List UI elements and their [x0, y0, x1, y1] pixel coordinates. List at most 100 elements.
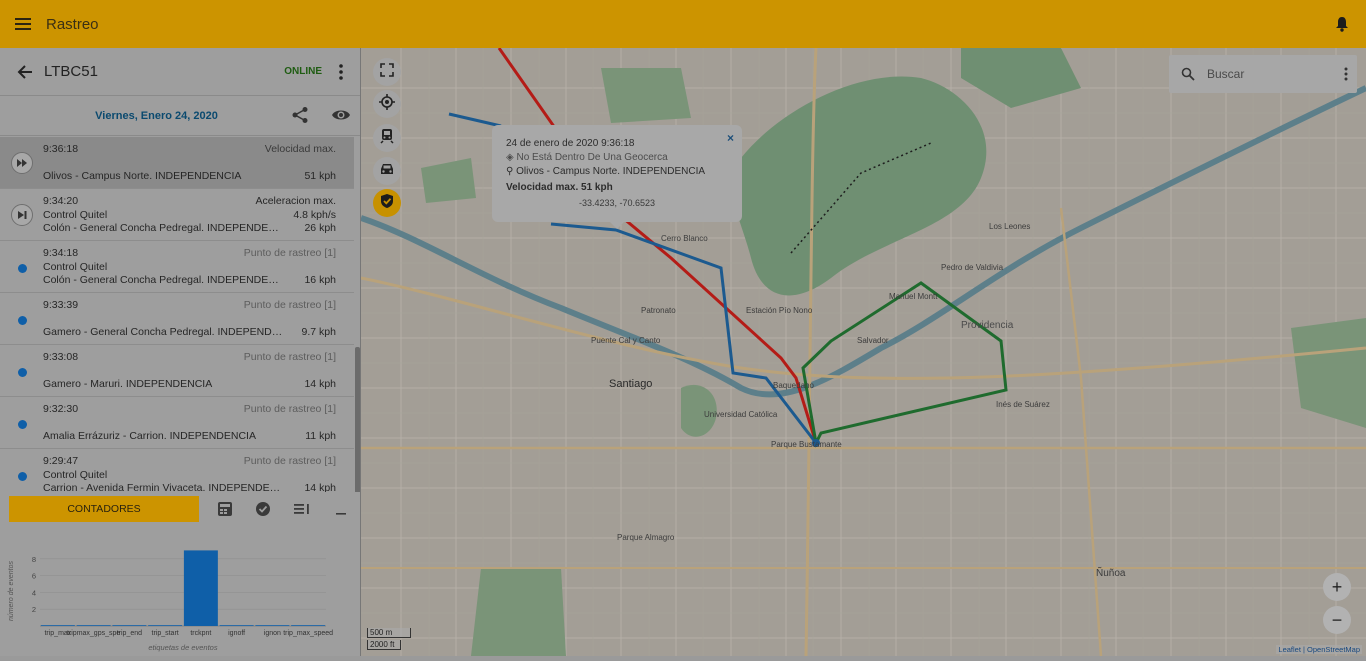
tab-counters[interactable]: CONTADORES	[9, 496, 199, 522]
track-point-icon	[18, 316, 27, 325]
event-geofence: Control Quitel	[43, 209, 108, 221]
scale-feet: 2000 ft	[367, 640, 401, 650]
chart-y-tick: 2	[32, 605, 36, 614]
event-speed: 14 kph	[304, 378, 336, 390]
chart-y-ticks: 2 4 6 8	[32, 555, 36, 614]
shield-check-icon	[380, 193, 394, 214]
chart-y-tick: 4	[32, 588, 36, 597]
skip-next-icon[interactable]	[11, 204, 33, 226]
map-label-providencia: Providencia	[961, 320, 1014, 331]
device-more-icon[interactable]	[336, 62, 346, 82]
chart-x-tick: trip_end	[117, 630, 142, 637]
event-item[interactable]: 9:33:39 Punto de rastreo [1] Gamero - Ge…	[0, 293, 354, 345]
geofence-button[interactable]	[373, 189, 401, 217]
map-label-nunoa: Ñuñoa	[1096, 568, 1126, 579]
menu-icon[interactable]	[0, 0, 46, 48]
event-speed: 51 kph	[304, 170, 336, 182]
date-label[interactable]: Viernes, Enero 24, 2020	[0, 110, 313, 122]
popup-speed: Velocidad max. 51 kph	[506, 182, 613, 193]
map-search-box[interactable]: Buscar	[1169, 55, 1357, 93]
bottom-tabs: CONTADORES	[0, 492, 361, 526]
list-icon[interactable]	[293, 501, 309, 517]
event-address: Olivos - Campus Norte. INDEPENDENCIA	[43, 170, 242, 182]
event-item[interactable]: 9:32:30 Punto de rastreo [1] Amalia Errá…	[0, 397, 354, 449]
event-address: Colón - General Concha Pedregal. INDEPEN…	[43, 274, 283, 286]
event-address: Gamero - General Concha Pedregal. INDEPE…	[43, 326, 283, 338]
search-input[interactable]: Buscar	[1207, 67, 1335, 81]
share-icon[interactable]	[291, 106, 309, 124]
back-arrow-icon[interactable]	[14, 61, 36, 83]
map-label-ines-de-suarez: Inés de Suárez	[996, 400, 1050, 409]
event-time: 9:29:47	[43, 455, 79, 467]
popup-geofence-text: No Está Dentro De Una Geocerca	[516, 152, 668, 163]
bell-icon[interactable]	[1332, 14, 1352, 34]
event-speed: 26 kph	[304, 222, 336, 234]
map-label-baquedano: Baquedano	[773, 381, 814, 390]
fullscreen-button[interactable]	[373, 58, 401, 86]
app-title: Rastreo	[46, 15, 99, 33]
event-item[interactable]: 9:29:47 Punto de rastreo [1] Control Qui…	[0, 449, 354, 492]
minimize-icon[interactable]	[335, 501, 351, 517]
zoom-out-button[interactable]: −	[1323, 606, 1351, 634]
event-address: Carrion - Avenida Fermin Vivaceta. INDEP…	[43, 482, 283, 492]
event-item[interactable]: 9:33:08 Punto de rastreo [1] Gamero - Ma…	[0, 345, 354, 397]
bar-chart: 2 4 6 8 trip_maxtripmax_gps_spetrip_end trip…	[8, 550, 333, 652]
chart-grid	[40, 558, 326, 627]
locate-button[interactable]	[373, 90, 401, 118]
chart-bars	[40, 550, 326, 626]
chart-bar-trip_max_speed[interactable]	[291, 625, 326, 626]
vehicle-button[interactable]	[373, 157, 401, 185]
popup-address-text: Olivos - Campus Norte. INDEPENDENCIA	[516, 166, 706, 177]
chart-x-tick: trckpnt	[190, 630, 211, 637]
search-more-icon[interactable]	[1335, 67, 1357, 81]
event-acceleration: 4.8 kph/s	[293, 209, 336, 221]
crosshair-icon	[379, 93, 395, 115]
chart-bar-ignoff[interactable]	[219, 625, 254, 626]
device-header: LTBC51 ONLINE	[0, 48, 360, 96]
event-list: 9:36:18 Velocidad max. Olivos - Campus N…	[0, 137, 361, 492]
event-time: 9:34:20	[43, 195, 79, 207]
popup-address: ⚲ Olivos - Campus Norte. INDEPENDENCIA	[506, 166, 705, 177]
layers-icon: ◈	[506, 152, 517, 163]
event-type: Aceleracion max.	[255, 195, 336, 207]
chart-bar-trip_start[interactable]	[148, 625, 183, 626]
check-circle-icon[interactable]	[255, 501, 271, 517]
fullscreen-icon	[380, 62, 394, 82]
event-item[interactable]: 9:34:18 Punto de rastreo [1] Control Qui…	[0, 241, 354, 293]
map-label-cerro-blanco: Cerro Blanco	[661, 234, 708, 243]
map-label-pio-nono: Estación Pío Nono	[746, 306, 813, 315]
chart-y-axis-label: número de eventos	[8, 561, 15, 621]
map-view[interactable]: Santiago Providencia Ñuñoa Parque Bustam…	[361, 48, 1366, 656]
device-status-badge: ONLINE	[284, 66, 322, 77]
chart-bar-trip_end[interactable]	[112, 625, 147, 626]
event-item[interactable]: 9:34:20 Aceleracion max. Control Quitel …	[0, 189, 354, 241]
event-time: 9:33:39	[43, 299, 79, 311]
zoom-in-button[interactable]: +	[1323, 573, 1351, 601]
event-address: Colón - General Concha Pedregal. INDEPEN…	[43, 222, 283, 234]
chart-x-axis-label: etiquetas de eventos	[148, 643, 217, 652]
event-geofence: Control Quitel	[43, 261, 108, 273]
map-label-patronato: Patronato	[641, 306, 676, 315]
event-item[interactable]: 9:36:18 Velocidad max. Olivos - Campus N…	[0, 137, 354, 189]
event-type: Punto de rastreo [1]	[243, 247, 336, 259]
calculator-icon[interactable]	[217, 501, 233, 517]
map-attribution[interactable]: Leaflet | OpenStreetMap	[1276, 645, 1362, 654]
chart-y-tick: 8	[32, 555, 36, 564]
chart-bar-trckpnt[interactable]	[183, 550, 218, 626]
chart-y-tick: 6	[32, 572, 36, 581]
chart-x-tick: trip_start	[152, 630, 179, 637]
transit-button[interactable]	[373, 124, 401, 152]
search-icon[interactable]	[1169, 67, 1207, 81]
close-icon[interactable]: ×	[727, 131, 734, 145]
play-forward-icon[interactable]	[11, 152, 33, 174]
chart-bar-trip_max_gps_speed[interactable]	[76, 625, 111, 626]
event-speed: 9.7 kph	[301, 326, 336, 338]
event-list-scrollbar[interactable]	[355, 347, 360, 492]
event-time: 9:34:18	[43, 247, 79, 259]
eye-icon[interactable]	[331, 106, 351, 124]
date-selector[interactable]: Viernes, Enero 24, 2020	[0, 96, 360, 136]
track-point-icon	[18, 264, 27, 273]
chart-x-tick: trip_max_speed	[283, 630, 333, 637]
chart-bar-trip_max[interactable]	[40, 625, 75, 626]
chart-bar-ignon[interactable]	[255, 625, 290, 626]
